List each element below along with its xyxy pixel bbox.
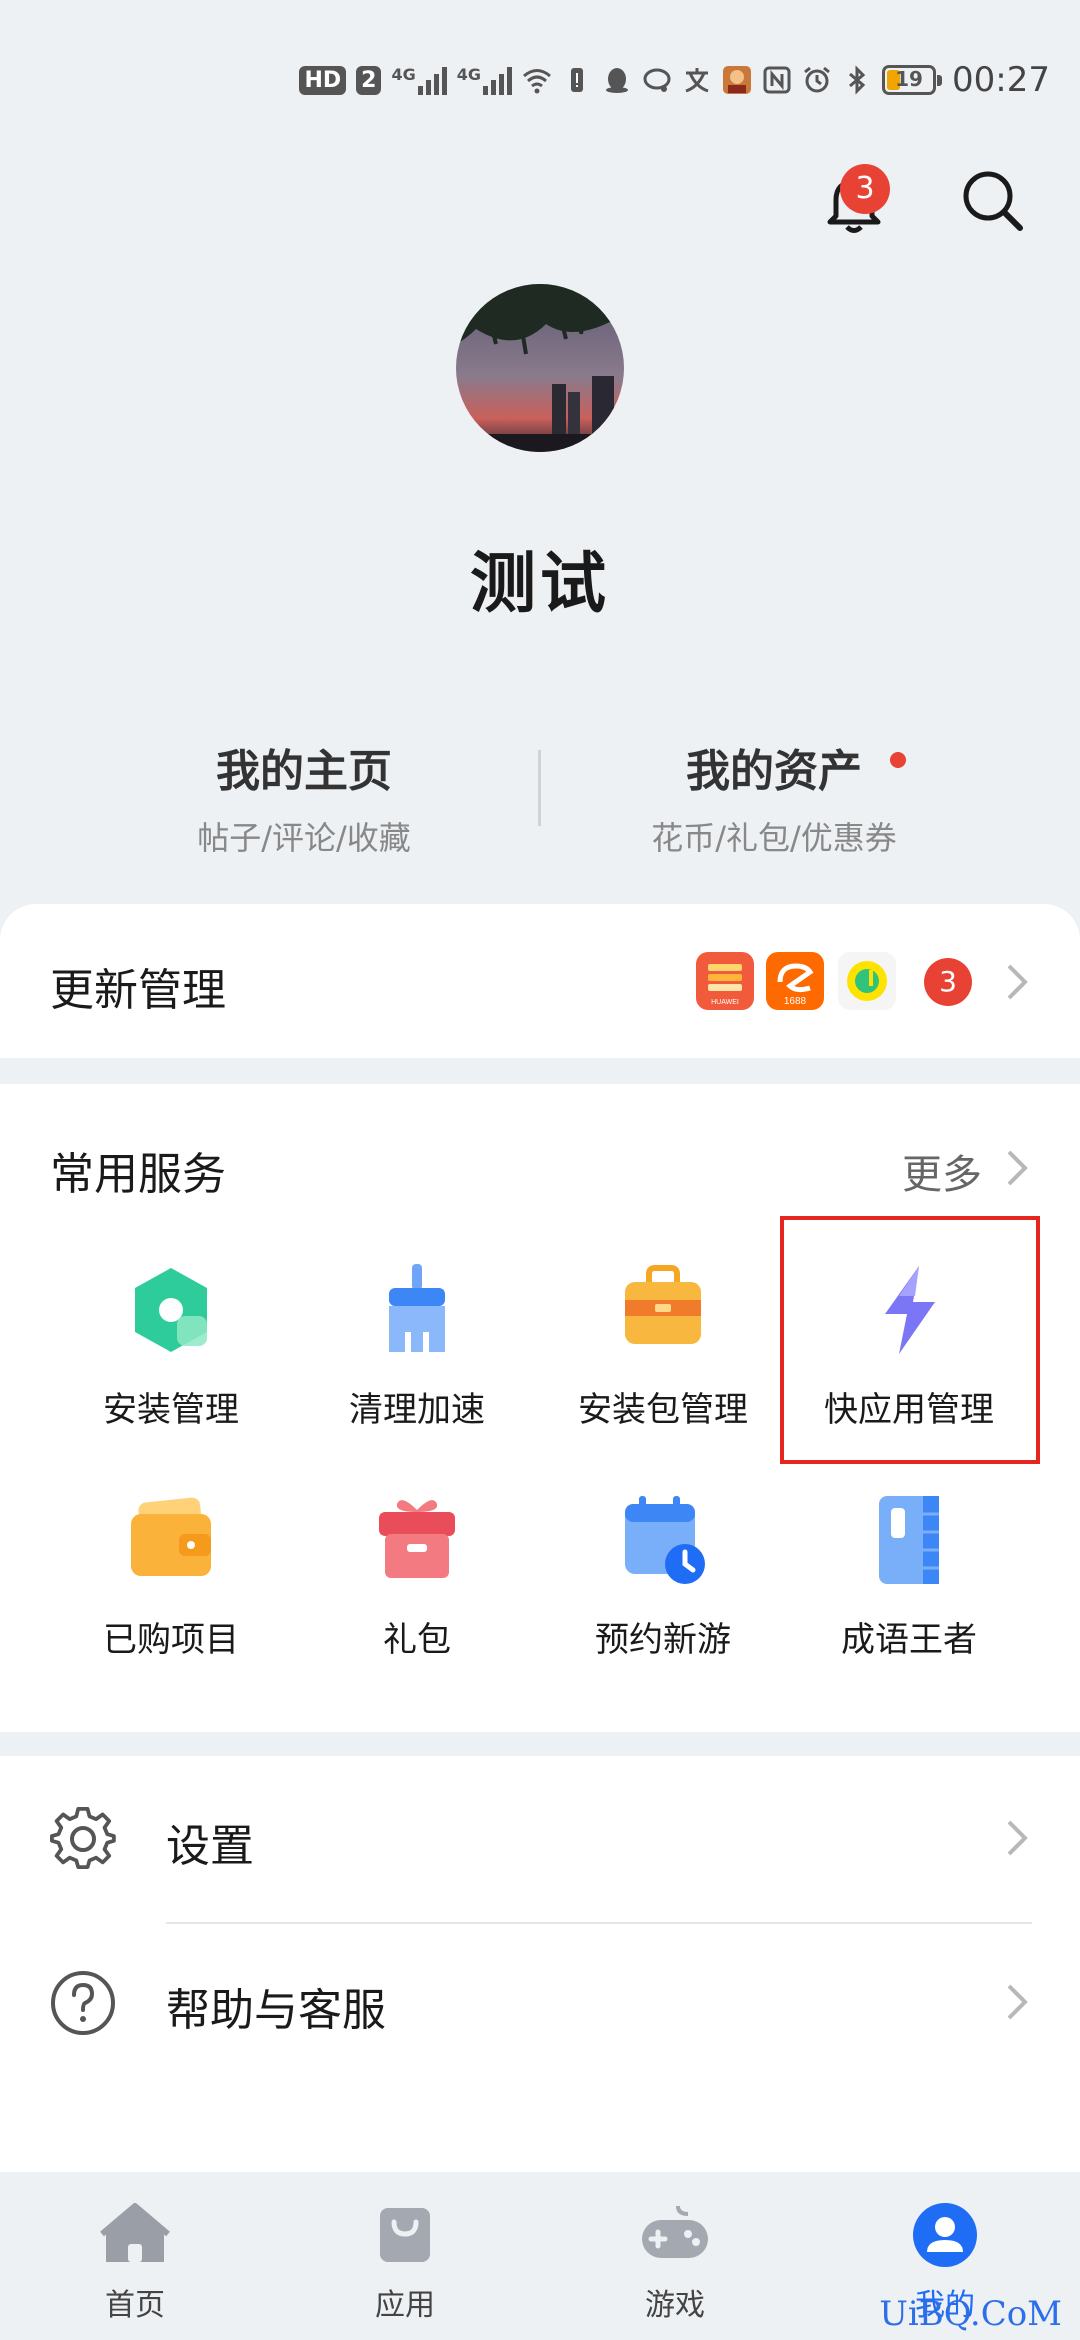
chevron-right-icon: [1007, 1820, 1028, 1856]
nav-label: 首页: [105, 2288, 165, 2323]
common-services-title: 常用服务: [50, 1149, 226, 1200]
my-homepage-title: 我的主页: [216, 746, 392, 797]
nav-label: 游戏: [645, 2288, 705, 2323]
nav-home[interactable]: 首页: [0, 2200, 270, 2324]
service-label: 成语王者: [841, 1620, 977, 1660]
update-management-row[interactable]: 更新管理 HUAWEI 1688 3: [0, 904, 1080, 1058]
gamepad-icon: [642, 2205, 708, 2258]
bluetooth-icon: [849, 65, 866, 95]
service-label: 安装管理: [103, 1390, 239, 1430]
my-assets-link[interactable]: 我的资产 花币/礼包/优惠券: [574, 735, 974, 859]
status-time: 00:27: [952, 60, 1050, 100]
chevron-right-icon: [1007, 964, 1028, 1000]
update-count-badge: 3: [924, 958, 972, 1006]
battery-level: 19: [895, 67, 923, 91]
network-type-2: 4G: [456, 65, 482, 84]
svg-text:HUAWEI: HUAWEI: [711, 999, 739, 1006]
nfc-icon: [763, 66, 791, 94]
network-type-1: 4G: [391, 65, 416, 84]
gift-icon: [379, 1500, 455, 1578]
my-homepage-link[interactable]: 我的主页 帖子/评论/收藏: [104, 735, 504, 859]
gear-icon: [50, 1806, 116, 1869]
book-icon: [879, 1496, 939, 1584]
chevron-right-icon: [1007, 1150, 1028, 1186]
chat-icon: [643, 68, 671, 92]
translate-icon: [685, 68, 709, 93]
help-service-label: 帮助与客服: [166, 1985, 386, 2036]
help-icon: [51, 1971, 115, 2035]
service-package-manage[interactable]: 安装包管理: [538, 1260, 788, 1431]
service-label: 预约新游: [595, 1620, 731, 1660]
search-icon[interactable]: [958, 166, 1028, 236]
bottom-nav: 首页 应用 游戏 我的 UiBQ.CoM: [0, 2172, 1080, 2340]
user-profile-icon: [913, 2203, 977, 2267]
status-icons: HD 2 4G 4G 19 00:27: [299, 56, 1050, 104]
watermark: UiBQ.CoM: [879, 2294, 1062, 2334]
row-divider: [166, 1922, 1032, 1924]
nav-label: 应用: [375, 2288, 435, 2323]
service-idiom-king[interactable]: 成语王者: [784, 1490, 1034, 1661]
my-homepage-subtitle: 帖子/评论/收藏: [197, 819, 411, 857]
game-avatar-icon: [723, 66, 752, 94]
battery-alert-icon: [571, 68, 584, 92]
hd-indicator: HD: [299, 65, 347, 95]
highlight-box: [780, 1216, 1040, 1464]
settings-card: 设置 帮助与客服: [0, 1756, 1080, 2172]
calendar-icon: [625, 1496, 705, 1584]
settings-row[interactable]: 设置: [0, 1756, 1080, 1922]
service-label: 安装包管理: [578, 1390, 748, 1430]
signal-1-icon: 4G: [391, 65, 447, 95]
username: 测试: [470, 545, 610, 622]
update-management-label: 更新管理: [50, 965, 226, 1016]
settings-label: 设置: [166, 1821, 254, 1872]
qq-icon: [606, 68, 629, 93]
wallet-icon: [131, 1497, 211, 1576]
qq-music-icon: [838, 952, 896, 1010]
my-assets-title: 我的资产: [686, 746, 862, 797]
service-purchased[interactable]: 已购项目: [46, 1490, 296, 1661]
signal-2-icon: 4G: [456, 65, 513, 95]
my-assets-subtitle: 花币/礼包/优惠券: [651, 819, 897, 857]
huawei-video-icon: HUAWEI: [696, 952, 754, 1010]
shopping-bag-icon: [380, 2208, 430, 2262]
battery-icon: 19: [882, 65, 943, 95]
profile-divider: [538, 750, 541, 826]
clean-boost-icon: [389, 1264, 445, 1352]
service-preorder-games[interactable]: 预约新游: [538, 1490, 788, 1661]
chevron-right-icon: [1007, 1984, 1028, 2020]
notification-badge: 3: [840, 164, 890, 214]
service-clean-boost[interactable]: 清理加速: [292, 1260, 542, 1431]
service-label: 清理加速: [349, 1390, 485, 1430]
sim-indicator: 2: [356, 65, 382, 95]
wifi-icon: [523, 69, 551, 94]
more-services-link[interactable]: 更多: [902, 1142, 982, 1200]
service-install-manage[interactable]: 安装管理: [46, 1260, 296, 1431]
alarm-icon: [804, 66, 830, 93]
service-gift[interactable]: 礼包: [292, 1490, 542, 1661]
nav-apps[interactable]: 应用: [270, 2200, 540, 2324]
home-icon: [100, 2203, 170, 2262]
help-service-row[interactable]: 帮助与客服: [0, 1924, 1080, 2094]
avatar[interactable]: [456, 284, 624, 452]
nav-games[interactable]: 游戏: [540, 2200, 810, 2324]
service-label: 礼包: [383, 1620, 451, 1660]
assets-new-dot: [890, 752, 906, 768]
install-manage-icon: [135, 1268, 207, 1352]
svg-text:1688: 1688: [784, 996, 807, 1007]
alibaba-1688-icon: 1688: [766, 952, 824, 1010]
package-manage-icon: [625, 1265, 701, 1344]
status-bar: HD 2 4G 4G 19 00:27: [0, 0, 1080, 150]
service-label: 已购项目: [103, 1620, 239, 1660]
